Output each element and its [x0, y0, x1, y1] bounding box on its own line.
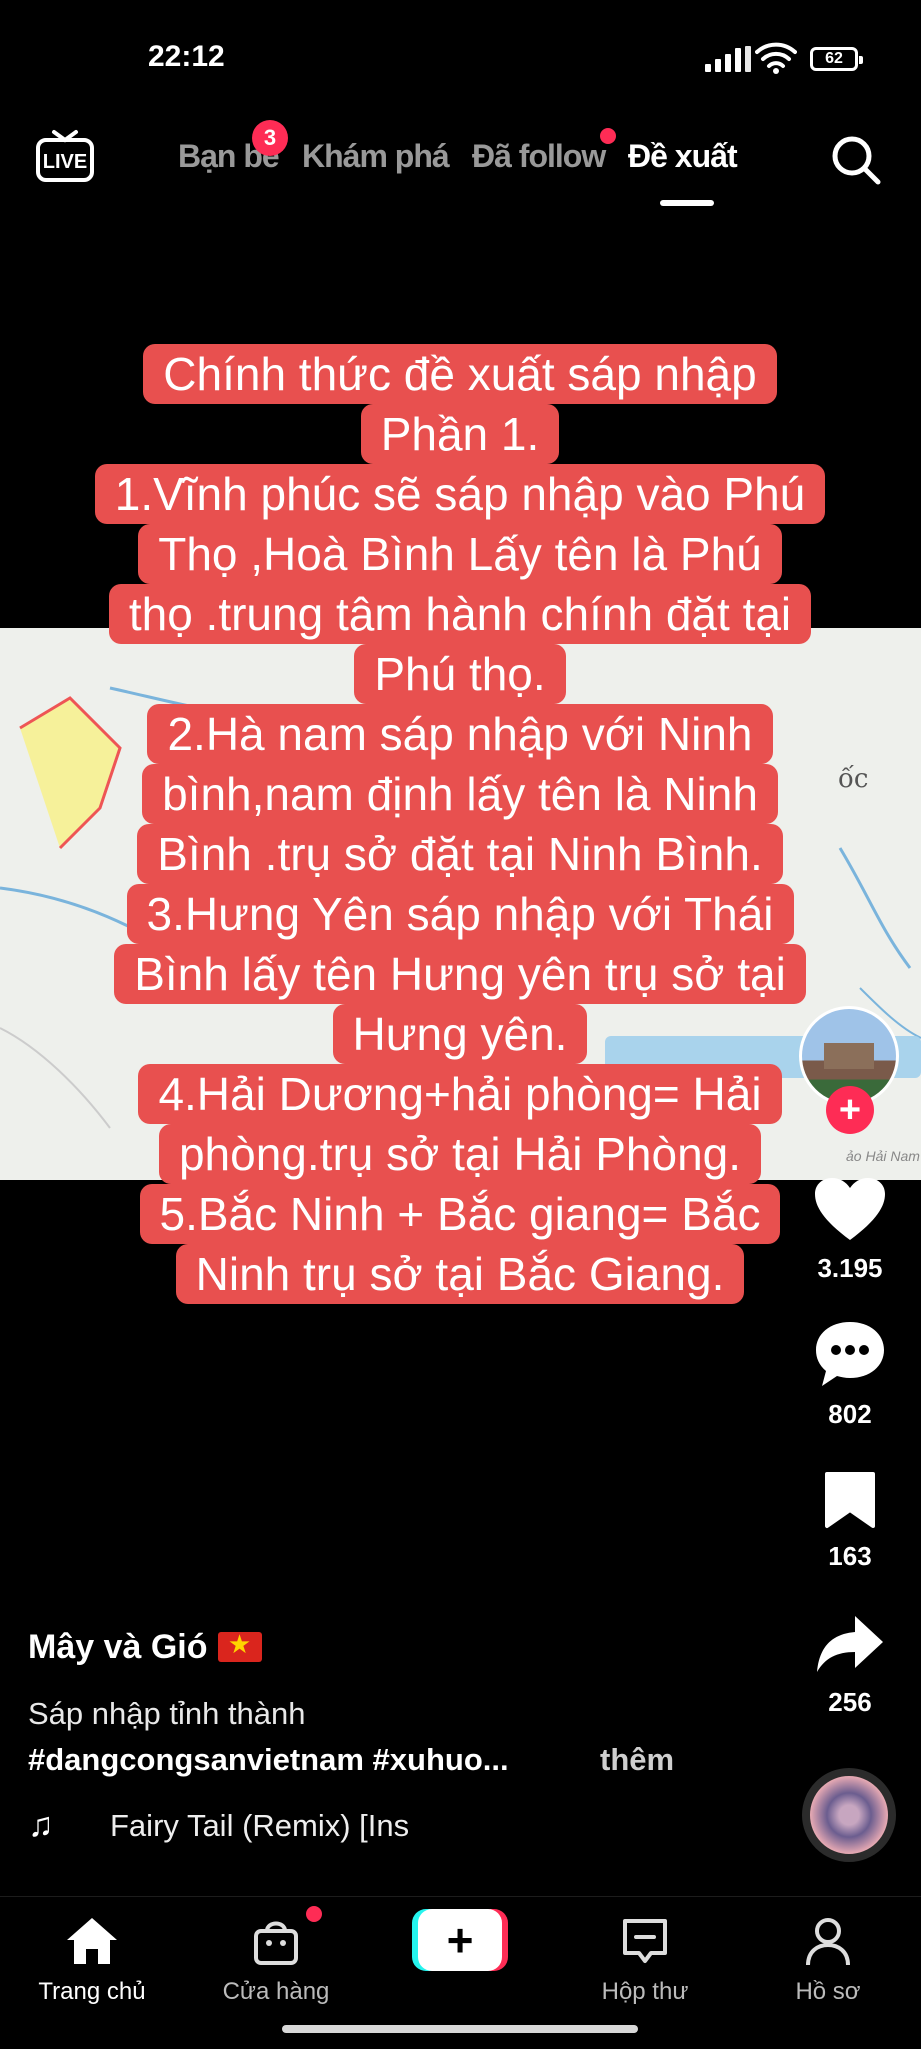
caption-line: Thọ ,Hoà Bình Lấy tên là Phú	[138, 524, 782, 584]
home-icon	[67, 1918, 117, 1964]
caption-line: 4.Hải Dương+hải phòng= Hải	[138, 1064, 782, 1124]
video-caption-overlay: Chính thức đề xuất sáp nhập Phần 1. 1.Vĩnh…	[50, 344, 870, 1304]
wifi-icon	[755, 42, 797, 74]
comment-count: 802	[828, 1399, 872, 1429]
nav-shop[interactable]: Cửa hàng	[206, 1915, 346, 2006]
like-button[interactable]: 3.195	[804, 1176, 896, 1284]
follow-plus-button[interactable]: +	[826, 1086, 874, 1134]
caption-line: phòng.trụ sở tại Hải Phòng.	[158, 1124, 762, 1184]
home-indicator[interactable]	[282, 2025, 638, 2033]
caption-line: Bình .trụ sở đặt tại Ninh Bình.	[137, 824, 783, 884]
profile-icon	[806, 1918, 850, 1966]
signal-icon	[705, 46, 751, 72]
following-notification-dot	[600, 128, 616, 144]
nav-profile-label: Hồ sơ	[795, 1978, 861, 2005]
music-title[interactable]: Fairy Tail (Remix) [Ins	[110, 1808, 409, 1844]
caption-line: Ninh trụ sở tại Bắc Giang.	[175, 1244, 745, 1304]
nav-inbox[interactable]: Hộp thư	[575, 1915, 715, 2006]
share-button[interactable]: 256	[804, 1612, 896, 1718]
share-icon	[817, 1616, 883, 1672]
search-icon[interactable]	[828, 132, 884, 188]
music-note-icon: ♫	[28, 1806, 54, 1844]
bookmark-icon	[825, 1472, 875, 1528]
caption-line: Phú thọ.	[354, 644, 566, 704]
nav-home[interactable]: Trang chủ	[22, 1915, 162, 2006]
save-count: 163	[828, 1541, 872, 1571]
caption-line: Hưng yên.	[332, 1004, 588, 1064]
caption-line: 2.Hà nam sáp nhập với Ninh	[147, 704, 773, 764]
caption-line: Bình lấy tên Hưng yên trụ sở tại	[114, 944, 806, 1004]
friends-badge: 3	[252, 120, 288, 156]
nav-inbox-label: Hộp thư	[601, 1978, 689, 2005]
caption-line: 5.Bắc Ninh + Bắc giang= Bắc	[139, 1184, 781, 1244]
caption-line: Chính thức đề xuất sáp nhập	[143, 344, 777, 404]
caption-line: bình,nam định lấy tên là Ninh	[142, 764, 778, 824]
save-button[interactable]: 163	[804, 1470, 896, 1572]
music-disc-icon[interactable]	[802, 1768, 896, 1862]
caption-line: Phần 1.	[360, 404, 560, 464]
nav-profile[interactable]: Hồ sơ	[758, 1915, 898, 2006]
feed-tabs: Bạn bè Khám phá Đã follow Đề xuất	[0, 138, 921, 178]
post-description: Sáp nhập tỉnh thành	[28, 1696, 306, 1731]
shop-notification-dot	[306, 1906, 322, 1922]
tab-for-you[interactable]: Đề xuất	[628, 138, 738, 175]
comment-icon	[816, 1322, 884, 1386]
inbox-icon	[623, 1919, 667, 1963]
author-name[interactable]: Mây và Gió	[28, 1628, 208, 1666]
create-button[interactable]: +	[412, 1909, 508, 1971]
nav-shop-label: Cửa hàng	[222, 1978, 330, 2005]
like-count: 3.195	[817, 1253, 883, 1283]
post-hashtags[interactable]: #dangcongsanvietnam #xuhuo...	[28, 1742, 509, 1778]
plus-icon: +	[418, 1909, 502, 1971]
comment-button[interactable]: 802	[804, 1320, 896, 1430]
caption-line: 3.Hưng Yên sáp nhập với Thái	[126, 884, 794, 944]
heart-icon	[815, 1178, 885, 1240]
tab-explore[interactable]: Khám phá	[302, 138, 450, 175]
tab-following[interactable]: Đã follow	[472, 138, 606, 175]
nav-home-label: Trang chủ	[38, 1978, 146, 2005]
author-name-row[interactable]: Mây và Gió	[28, 1628, 262, 1667]
caption-line: 1.Vĩnh phúc sẽ sáp nhập vào Phú	[94, 464, 826, 524]
vietnam-flag-icon	[217, 1629, 262, 1662]
see-more-link[interactable]: thêm	[600, 1742, 674, 1778]
status-time: 22:12	[148, 40, 225, 73]
shopping-bag-icon	[254, 1921, 298, 1965]
active-tab-indicator	[660, 200, 714, 206]
share-count: 256	[828, 1687, 872, 1717]
caption-line: thọ .trung tâm hành chính đặt tại	[108, 584, 812, 644]
battery-indicator: 62	[810, 47, 863, 71]
